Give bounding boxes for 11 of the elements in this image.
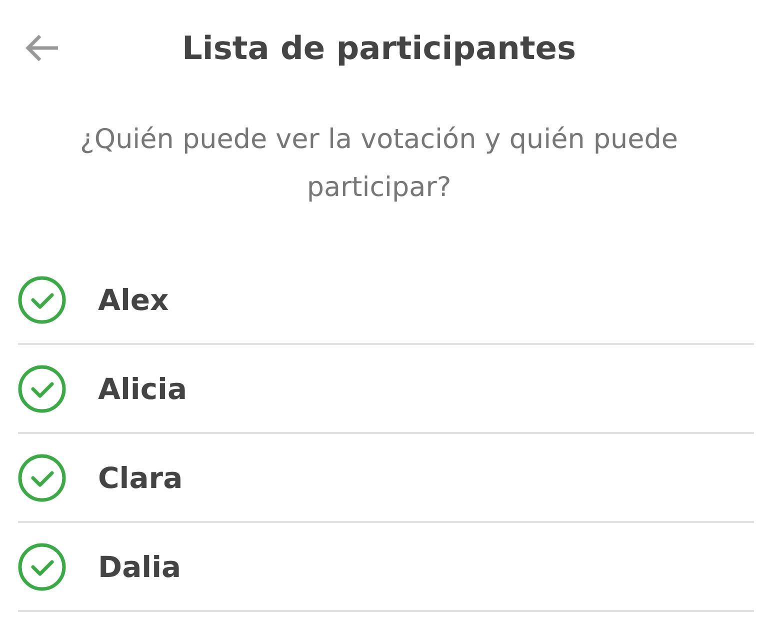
page-title: Lista de participantes xyxy=(182,29,576,67)
participant-name: Alex xyxy=(98,282,169,316)
check-circle-icon[interactable] xyxy=(18,454,66,502)
check-circle-icon[interactable] xyxy=(18,542,66,590)
back-arrow-icon xyxy=(24,33,60,63)
participant-name: Alicia xyxy=(98,372,188,406)
check-circle-icon[interactable] xyxy=(18,364,66,412)
participant-name: Dalia xyxy=(98,550,182,584)
check-circle-icon[interactable] xyxy=(18,276,66,324)
question-text: ¿Quién puede ver la votación y quién puede participar? xyxy=(78,123,680,205)
participant-name: Clara xyxy=(98,460,183,494)
